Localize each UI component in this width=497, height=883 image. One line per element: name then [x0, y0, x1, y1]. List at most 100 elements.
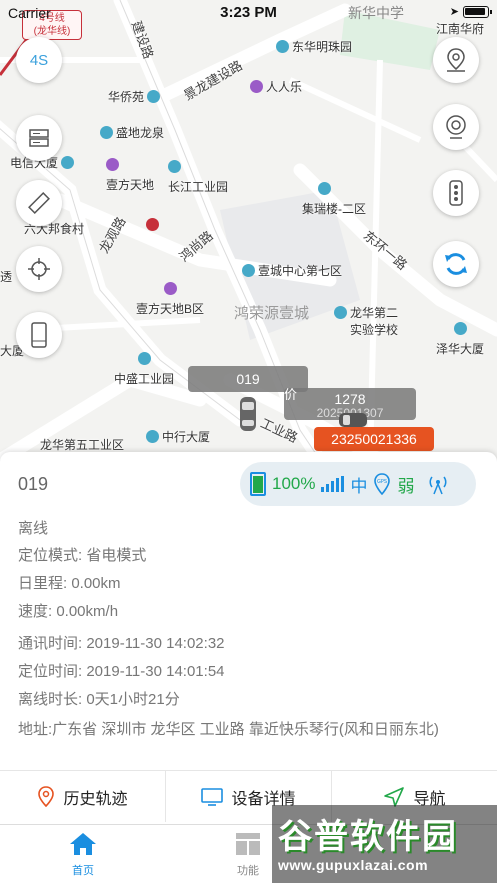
poi-label[interactable]	[454, 322, 467, 335]
poi-label[interactable]: 壹方天地B区	[136, 300, 204, 317]
battery-level-icon	[250, 472, 266, 496]
poi-label[interactable]: 集瑞楼-二区	[302, 200, 366, 217]
poi-label[interactable]: 长江工业园	[168, 178, 228, 195]
device-name: 019	[18, 474, 49, 494]
map-pin-icon	[447, 48, 465, 72]
poi-text: 泽华大厦	[436, 342, 485, 356]
shop-icon	[250, 80, 263, 93]
svg-text:GPS: GPS	[377, 479, 387, 485]
poi-label[interactable]: 龙华第五工业区	[40, 436, 124, 453]
poi-label[interactable]: 华侨苑	[108, 88, 161, 105]
mode-4s-button[interactable]: 4S	[16, 37, 62, 83]
poi-text: 东华明珠园	[292, 40, 353, 54]
refresh-button[interactable]	[433, 241, 479, 287]
poi-text: 透	[0, 270, 13, 284]
poi-label[interactable]	[168, 160, 181, 173]
building-icon	[318, 182, 331, 195]
building-icon	[168, 160, 181, 173]
location-arrow-icon: ➤	[449, 6, 459, 18]
gps-pin-icon: GPS	[374, 473, 391, 495]
building-icon	[146, 430, 159, 443]
watermark: 谷普软件园 www.gupuxlazai.com	[272, 805, 497, 883]
shop-icon	[164, 282, 177, 295]
poi-label[interactable]: 壹城中心第七区	[242, 262, 342, 279]
poi-label[interactable]	[318, 182, 331, 195]
poi-text: 中行大厦	[162, 430, 211, 444]
poi-label[interactable]	[106, 158, 119, 171]
car-icon[interactable]	[239, 396, 257, 432]
device-tag-selected[interactable]: 23250021336	[314, 427, 434, 451]
device-tag-text: 23250021336	[331, 431, 417, 447]
device-tag-partial: 价	[284, 387, 298, 402]
phone-button[interactable]	[16, 312, 62, 358]
poi-text: 壹方天地	[106, 178, 155, 192]
building-icon	[276, 40, 289, 53]
building-icon	[147, 90, 161, 103]
tab-home[interactable]: 首页	[43, 831, 123, 878]
building-icon	[100, 126, 113, 139]
building-icon	[454, 322, 467, 335]
poi-text: 壹方天地B区	[136, 302, 205, 316]
map-view[interactable]: 4号线 (龙华线) 新华中学 东华明珠园 人人乐 华侨苑 盛地龙泉 电信大厦 壹…	[0, 0, 497, 460]
poi-text: 长江工业园	[168, 180, 229, 194]
home-icon	[70, 833, 96, 855]
device-status: 离线	[18, 520, 49, 537]
watermark-title: 谷普软件园	[278, 818, 458, 856]
building-icon	[138, 352, 151, 365]
location-pin-icon	[38, 785, 55, 807]
phone-icon	[31, 322, 47, 348]
poi-label[interactable]	[164, 282, 177, 295]
offline-duration: 离线时长: 0天1小时21分	[18, 691, 180, 708]
poi-label[interactable]: 盛地龙泉	[100, 124, 164, 141]
camera-button[interactable]	[433, 104, 479, 150]
device-info-panel: 019 100% 中 GPS 弱 离线 定位模式: 省电模式 日里程: 0.00…	[0, 452, 497, 824]
device-tag-text: 019	[236, 371, 260, 387]
layers-button[interactable]	[16, 115, 62, 161]
speed: 速度: 0.00km/h	[18, 603, 119, 620]
server-icon	[29, 129, 49, 147]
history-track-button[interactable]: 历史轨迹	[0, 771, 166, 822]
status-bar: Carrier 3:23 PM ➤	[0, 0, 497, 26]
poi-text: 盛地龙泉	[116, 126, 165, 140]
tab-home-label: 首页	[72, 865, 94, 877]
ruler-button[interactable]	[16, 180, 62, 226]
crosshair-icon	[28, 258, 50, 280]
poi-label[interactable]: 中盛工业园	[114, 370, 174, 387]
watermark-url: www.gupuxlazai.com	[278, 857, 429, 873]
poi-label[interactable]	[138, 352, 151, 365]
poi-label[interactable]: 人人乐	[250, 78, 302, 95]
building-icon	[242, 264, 255, 277]
locate-time: 定位时间: 2019-11-30 14:01:54	[18, 663, 225, 680]
poi-label[interactable]: 东华明珠园	[276, 38, 352, 55]
metro-icon	[146, 218, 159, 231]
poi-label[interactable]: 泽华大厦	[436, 340, 484, 357]
car-icon[interactable]	[338, 412, 368, 428]
battery-percent: 100%	[272, 474, 316, 493]
locate-button[interactable]	[16, 246, 62, 292]
location-pin-button[interactable]	[433, 37, 479, 83]
antenna-icon	[430, 476, 447, 495]
comm-time: 通讯时间: 2019-11-30 14:02:32	[18, 635, 225, 652]
traffic-light-button[interactable]	[433, 170, 479, 216]
poi-label[interactable]: 实验学校	[350, 321, 398, 338]
poi-text: 实验学校	[350, 323, 399, 337]
daily-mileage: 日里程: 0.00km	[18, 575, 121, 592]
district-label: 鸿荣源壹城	[234, 305, 310, 322]
poi-text: 人人乐	[266, 80, 303, 94]
poi-text: 龙华第五工业区	[40, 438, 125, 452]
poi-label[interactable]: 壹方天地	[106, 176, 154, 193]
ruler-icon	[28, 192, 50, 214]
poi-label[interactable]: 透	[0, 268, 12, 285]
shop-icon	[106, 158, 119, 171]
poi-label[interactable]: 龙华第二	[334, 304, 398, 321]
poi-label[interactable]	[146, 218, 159, 231]
building-icon	[334, 306, 347, 319]
refresh-icon	[445, 253, 467, 275]
grid-icon	[236, 833, 260, 855]
gps-strength: 弱	[397, 476, 415, 496]
status-right: ➤	[449, 5, 492, 18]
positioning-mode: 定位模式: 省电模式	[18, 547, 147, 564]
poi-label[interactable]: 中行大厦	[146, 428, 210, 445]
signal-bars-icon	[321, 476, 345, 492]
battery-icon	[463, 5, 492, 18]
